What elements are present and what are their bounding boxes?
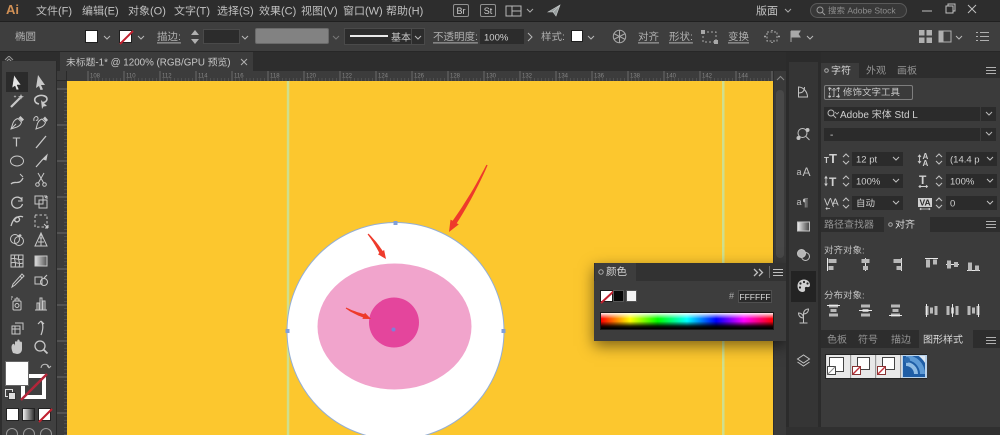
svg-text:(14.4 p: (14.4 p: [950, 154, 980, 165]
svg-text:(O): (O): [150, 5, 166, 17]
svg-text:(S): (S): [239, 5, 254, 17]
svg-text:(W): (W): [365, 5, 383, 17]
svg-text:T: T: [829, 151, 837, 166]
svg-text:a: a: [797, 197, 802, 207]
svg-text:(F): (F): [58, 5, 72, 17]
svg-text::: :: [562, 31, 565, 43]
svg-text:a: a: [797, 167, 802, 177]
svg-text:100%: 100%: [950, 176, 975, 187]
svg-text:Std L: Std L: [895, 110, 919, 121]
svg-text::: :: [862, 290, 865, 301]
svg-text:T: T: [831, 88, 837, 98]
svg-text:Adobe: Adobe: [840, 110, 869, 121]
svg-text:VA: VA: [920, 198, 931, 208]
svg-text:V: V: [824, 198, 831, 209]
svg-text:(E): (E): [104, 5, 119, 17]
svg-text:(H): (H): [408, 5, 423, 17]
svg-text:A: A: [803, 165, 811, 179]
svg-text:): ): [227, 58, 230, 69]
svg-text:(V): (V): [323, 5, 338, 17]
svg-text:100%: 100%: [484, 32, 509, 43]
svg-text:T: T: [829, 175, 837, 189]
svg-text:(T): (T): [196, 5, 210, 17]
svg-text:A: A: [923, 159, 929, 168]
svg-text::: :: [475, 31, 478, 43]
svg-text::: :: [178, 31, 181, 43]
svg-text:A: A: [832, 198, 839, 209]
svg-text:-: -: [830, 130, 833, 141]
svg-text:(C): (C): [281, 5, 296, 17]
svg-text::: :: [862, 245, 865, 256]
svg-text:¶: ¶: [803, 197, 809, 209]
svg-text:T: T: [13, 135, 21, 150]
svg-text:Adobe Stock: Adobe Stock: [847, 6, 896, 16]
svg-text:100%: 100%: [856, 176, 881, 187]
svg-text:-1* @ 1200% (RGB/GPU: -1* @ 1200% (RGB/GPU: [95, 58, 205, 69]
svg-text:12 pt: 12 pt: [856, 154, 877, 165]
svg-text::: :: [690, 31, 693, 43]
svg-text:0: 0: [950, 198, 955, 209]
svg-text:#: #: [729, 291, 734, 301]
